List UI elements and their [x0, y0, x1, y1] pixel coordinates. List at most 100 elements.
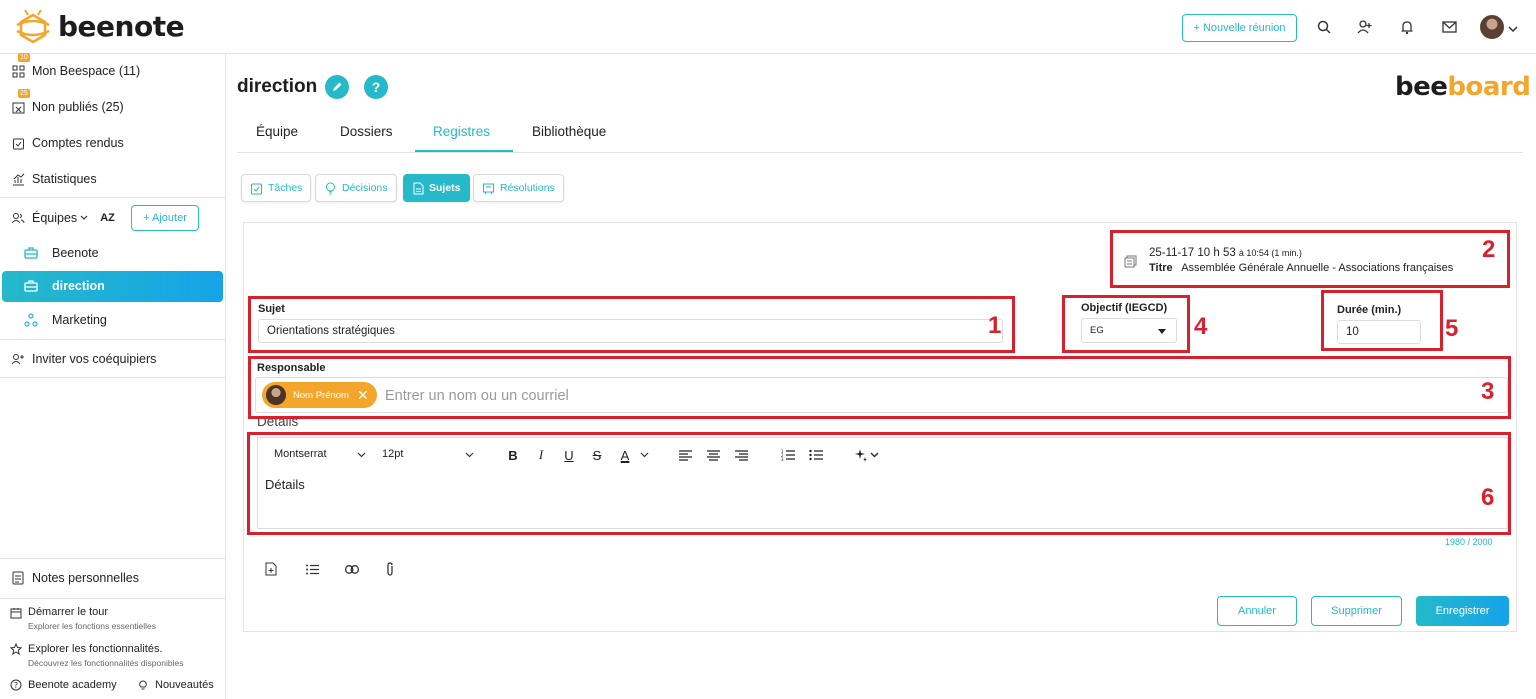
teams-label: Équipes	[32, 211, 78, 225]
tab-equipe[interactable]: Équipe	[256, 124, 298, 139]
delete-button[interactable]: Supprimer	[1311, 596, 1402, 626]
divider	[0, 197, 225, 198]
sort-az-icon[interactable]: AZ	[100, 212, 115, 224]
grid-icon: 10	[10, 53, 30, 79]
beeboard-logo: beeboard	[1395, 72, 1531, 102]
calendar-x-icon: 25	[10, 89, 30, 115]
sidebar: 10 Mon Beespace (11) 25 Non publiés (25)…	[0, 53, 226, 699]
sidebar-item-label: Statistiques	[32, 172, 97, 186]
news-label: Nouveautés	[155, 679, 214, 691]
briefcase-icon	[24, 247, 38, 259]
chevron-down-icon[interactable]	[80, 215, 88, 221]
beenote-logo[interactable]: beenote	[14, 9, 185, 43]
team-label: Marketing	[52, 313, 107, 327]
academy-label: Beenote academy	[28, 679, 117, 691]
divider	[0, 598, 225, 599]
team-item-beenote[interactable]: Beenote	[24, 246, 99, 260]
resolution-icon	[483, 183, 494, 194]
chip-resolutions[interactable]: Résolutions	[473, 174, 564, 202]
document-icon	[413, 182, 424, 194]
chip-label: Sujets	[429, 182, 461, 194]
edit-pencil-icon[interactable]	[325, 75, 349, 99]
annotation-number-6: 6	[1481, 484, 1495, 511]
cancel-button[interactable]: Annuler	[1217, 596, 1297, 626]
annotation-number-3: 3	[1481, 378, 1495, 405]
tab-registres[interactable]: Registres	[433, 124, 490, 139]
annotation-box-5	[1321, 290, 1443, 351]
chip-sujets[interactable]: Sujets	[403, 174, 470, 202]
search-icon[interactable]	[1315, 18, 1333, 36]
sidebar-item-label: Mon Beespace (11)	[32, 64, 141, 78]
calendar-icon	[10, 608, 22, 619]
char-counter: 1980 / 2000	[1445, 537, 1493, 547]
logo-text: beenote	[58, 9, 185, 43]
chip-label: Décisions	[342, 182, 388, 194]
tab-underline	[415, 150, 513, 152]
task-icon	[251, 183, 262, 194]
chip-label: Résolutions	[500, 182, 555, 194]
chip-label: Tâches	[268, 182, 303, 194]
mail-icon[interactable]	[1440, 18, 1458, 36]
save-button[interactable]: Enregistrer	[1416, 596, 1509, 626]
add-user-icon	[10, 351, 26, 367]
attachment-icon[interactable]	[382, 561, 398, 577]
team-label: Beenote	[52, 246, 99, 260]
add-user-icon[interactable]	[1356, 18, 1374, 36]
start-tour[interactable]: Démarrer le tour Explorer les fonctions e…	[10, 606, 156, 631]
list-icon[interactable]	[304, 561, 320, 577]
notes-label: Notes personnelles	[32, 571, 140, 585]
sidebar-item-beespace[interactable]: 10 Mon Beespace (11)	[10, 53, 141, 79]
beeboard-part1: bee	[1395, 72, 1448, 102]
annotation-box-3	[248, 356, 1511, 419]
beeboard-part2: board	[1447, 72, 1531, 102]
user-avatar[interactable]	[1480, 15, 1504, 39]
tour-title: Démarrer le tour	[28, 606, 109, 618]
team-label: direction	[52, 279, 105, 293]
divider	[0, 558, 225, 559]
annotation-box-1	[248, 296, 1015, 353]
team-item-direction[interactable]: direction	[24, 279, 105, 293]
divider	[0, 339, 225, 340]
chevron-down-icon[interactable]	[1508, 20, 1518, 38]
bee-logo-icon	[16, 9, 50, 43]
svg-text:?: ?	[14, 681, 18, 690]
help-button[interactable]: ?	[364, 75, 388, 99]
decision-icon	[326, 182, 335, 194]
annotation-box-4	[1062, 295, 1190, 353]
invite-label: Inviter vos coéquipiers	[32, 352, 157, 366]
star-icon	[10, 643, 22, 655]
tab-bibliotheque[interactable]: Bibliothèque	[532, 124, 606, 139]
annotation-box-2	[1110, 230, 1510, 288]
tour-subtitle: Explorer les fonctions essentielles	[28, 621, 157, 631]
news[interactable]: Nouveautés	[137, 679, 214, 691]
chart-icon	[10, 171, 26, 187]
nodes-icon	[24, 313, 38, 327]
new-meeting-button[interactable]: + Nouvelle réunion	[1182, 14, 1297, 42]
briefcase-icon	[24, 280, 38, 292]
annotation-number-5: 5	[1445, 315, 1459, 342]
add-team-button[interactable]: + Ajouter	[131, 205, 199, 231]
sidebar-item-unpublished[interactable]: 25 Non publiés (25)	[10, 89, 124, 115]
tabs: Équipe Dossiers Registres Bibliothèque	[237, 112, 1523, 153]
users-icon	[10, 210, 26, 226]
invite-teammates[interactable]: Inviter vos coéquipiers	[10, 351, 156, 367]
add-document-icon[interactable]	[263, 561, 279, 577]
chip-taches[interactable]: Tâches	[241, 174, 312, 202]
annotation-box-6	[247, 432, 1511, 535]
beenote-academy[interactable]: ? Beenote academy	[10, 679, 117, 691]
divider	[0, 377, 225, 378]
teams-header[interactable]: Équipes AZ	[10, 210, 115, 226]
tab-dossiers[interactable]: Dossiers	[340, 124, 393, 139]
badge-count: 25	[18, 89, 30, 98]
team-item-marketing[interactable]: Marketing	[24, 313, 107, 327]
sidebar-item-reports[interactable]: Comptes rendus	[10, 135, 124, 151]
help-circle-icon: ?	[10, 679, 22, 691]
sidebar-item-label: Non publiés (25)	[32, 100, 124, 114]
bell-icon[interactable]	[1398, 18, 1416, 36]
chip-decisions[interactable]: Décisions	[315, 174, 397, 202]
explore-features[interactable]: Explorer les fonctionnalités. Découvrez l…	[10, 643, 183, 668]
sidebar-item-statistics[interactable]: Statistiques	[10, 171, 97, 187]
link-icon[interactable]	[344, 561, 360, 577]
top-bar: beenote + Nouvelle réunion	[0, 0, 1536, 54]
personal-notes[interactable]: Notes personnelles	[10, 570, 139, 586]
